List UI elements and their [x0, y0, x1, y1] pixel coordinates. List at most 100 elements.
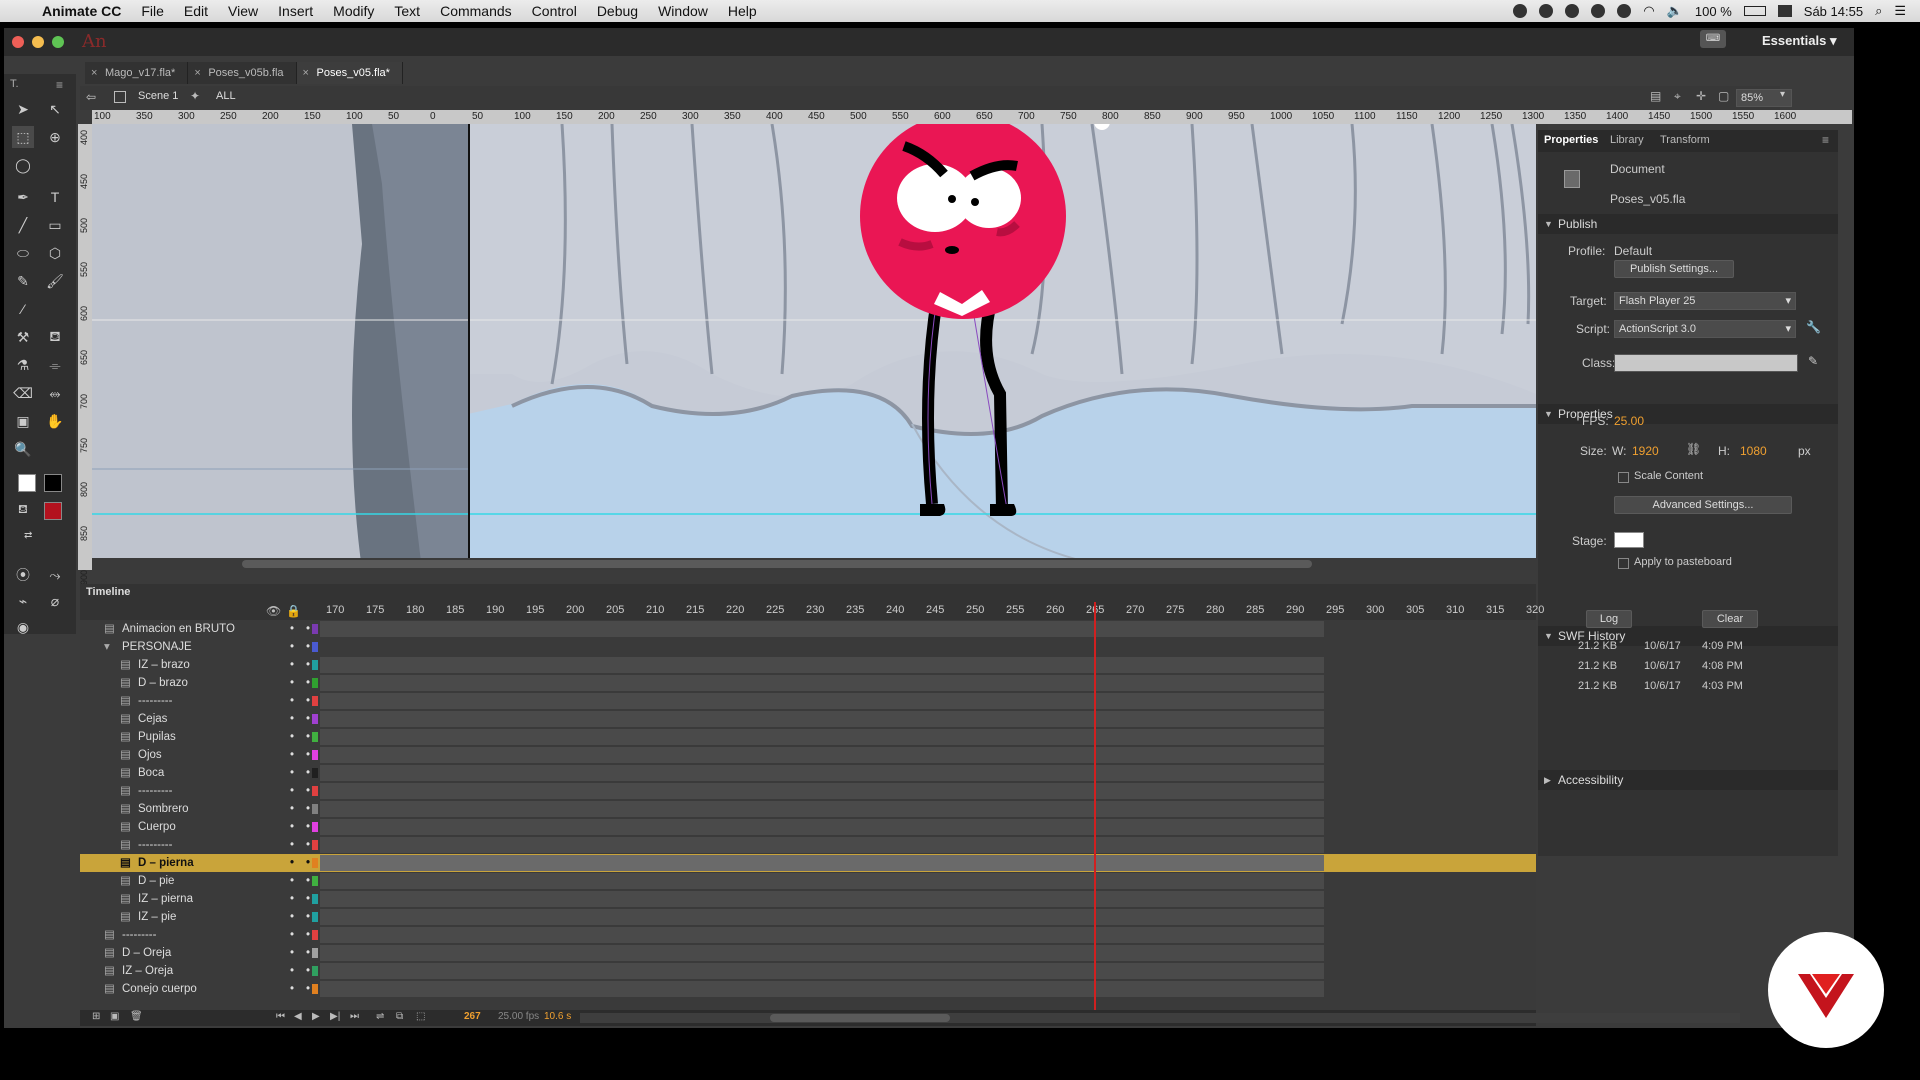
play-icon[interactable]: ▶	[312, 1011, 320, 1022]
fill-color-swatch[interactable]	[44, 502, 62, 520]
lock-toggle[interactable]: •	[306, 782, 310, 800]
layer-name[interactable]: PERSONAJE	[122, 638, 192, 656]
tab-library[interactable]: Library	[1610, 134, 1644, 146]
bone-tool-icon[interactable]: ⚒	[12, 326, 34, 348]
step-back-icon[interactable]: ◀	[294, 1011, 302, 1022]
lock-toggle[interactable]: •	[306, 890, 310, 908]
layer-frames-track[interactable]	[320, 693, 1324, 709]
width-value[interactable]: 1920	[1632, 444, 1659, 458]
timeline-layer[interactable]: ▤ Ojos • •	[80, 746, 1536, 764]
layer-frames-track[interactable]	[320, 801, 1324, 817]
visibility-toggle[interactable]: •	[290, 638, 294, 656]
record-icon[interactable]	[1513, 4, 1528, 18]
close-tab-icon[interactable]: ×	[303, 62, 309, 84]
lock-toggle[interactable]: •	[306, 638, 310, 656]
scrollbar-thumb[interactable]	[770, 1014, 950, 1022]
visibility-toggle[interactable]: •	[290, 872, 294, 890]
visibility-toggle[interactable]: •	[290, 908, 294, 926]
layer-frames-track[interactable]	[320, 747, 1324, 763]
layer-name[interactable]: D – pie	[138, 872, 174, 890]
onion-skin-icon[interactable]: ⧉	[396, 1011, 403, 1022]
visibility-toggle[interactable]: •	[290, 962, 294, 980]
layer-color-swatch[interactable]	[312, 768, 318, 778]
playhead[interactable]	[1094, 602, 1096, 1012]
symbol-name[interactable]: ALL	[216, 90, 236, 102]
layer-frames-track[interactable]	[320, 855, 1324, 871]
bluetooth-icon[interactable]	[1617, 4, 1632, 18]
flag-icon[interactable]	[1777, 5, 1792, 17]
menu-debug[interactable]: Debug	[587, 3, 648, 19]
visibility-toggle[interactable]: •	[290, 710, 294, 728]
lock-toggle[interactable]: •	[306, 656, 310, 674]
log-button[interactable]: Log	[1586, 610, 1632, 628]
visibility-toggle[interactable]: •	[290, 764, 294, 782]
fps-readout[interactable]: 25.00 fps	[498, 1011, 539, 1022]
visibility-toggle[interactable]: •	[290, 746, 294, 764]
pencil-tool-icon[interactable]: ✎	[12, 270, 34, 292]
link-dimensions-icon[interactable]: ⛓	[1686, 442, 1701, 456]
eyedropper-tool-icon[interactable]: ⌯	[44, 354, 66, 376]
layer-name[interactable]: Pupilas	[138, 728, 176, 746]
timeline-layer[interactable]: ▤ D – Oreja • •	[80, 944, 1536, 962]
layer-name[interactable]: Cuerpo	[138, 818, 176, 836]
visibility-toggle[interactable]: •	[290, 980, 294, 998]
pen-tool-icon[interactable]: ✒	[12, 186, 34, 208]
layer-name[interactable]: D – brazo	[138, 674, 188, 692]
lock-toggle[interactable]: •	[306, 764, 310, 782]
camera-icon[interactable]: ◉	[12, 616, 34, 638]
layer-name[interactable]: D – pierna	[138, 854, 194, 872]
time-readout[interactable]: 10.6 s	[544, 1011, 571, 1022]
layer-frames-track[interactable]	[320, 945, 1324, 961]
layer-frames-track[interactable]	[320, 873, 1324, 889]
menu-window[interactable]: Window	[648, 3, 718, 19]
layer-frames-track[interactable]	[320, 819, 1324, 835]
layer-color-swatch[interactable]	[312, 984, 318, 994]
free-transform-tool-icon[interactable]: ⬚	[12, 126, 34, 148]
menu-text[interactable]: Text	[384, 3, 430, 19]
folder-icon[interactable]: ▾	[104, 638, 110, 656]
visibility-toggle[interactable]: •	[290, 890, 294, 908]
lock-toggle[interactable]: •	[306, 620, 310, 638]
layer-color-swatch[interactable]	[312, 678, 318, 688]
layer-frames-track[interactable]	[320, 621, 1324, 637]
layer-frames-track[interactable]	[320, 981, 1324, 997]
layer-frames-track[interactable]	[320, 675, 1324, 691]
layer-color-swatch[interactable]	[312, 858, 318, 868]
go-to-first-frame-icon[interactable]: ⏮	[276, 1011, 285, 1022]
hand-tool-icon[interactable]: ✋	[44, 410, 66, 432]
layer-icon[interactable]: ▤	[120, 818, 131, 836]
layer-icon[interactable]: ▤	[120, 890, 131, 908]
lock-toggle[interactable]: •	[306, 908, 310, 926]
volume-icon[interactable]: 🔈	[1667, 3, 1683, 19]
layer-icon[interactable]: ▤	[104, 944, 115, 962]
layer-frames-track[interactable]	[320, 765, 1324, 781]
timeline-layer[interactable]: ▤ D – brazo • •	[80, 674, 1536, 692]
layer-name[interactable]: Boca	[138, 764, 164, 782]
visibility-toggle[interactable]: •	[290, 620, 294, 638]
layer-icon[interactable]: ▤	[104, 620, 115, 638]
tab-mago[interactable]: × Mago_v17.fla*	[85, 62, 189, 84]
edit-multiple-frames-icon[interactable]: ⬚	[416, 1011, 425, 1022]
layer-icon[interactable]: ▤	[120, 764, 131, 782]
layer-color-swatch[interactable]	[312, 948, 318, 958]
layer-icon[interactable]: ▤	[120, 746, 131, 764]
width-tool-icon[interactable]: ⥈	[44, 382, 66, 404]
lock-toggle[interactable]: •	[306, 944, 310, 962]
current-frame[interactable]: 267	[464, 1011, 481, 1022]
layer-color-swatch[interactable]	[312, 822, 318, 832]
visibility-toggle[interactable]: •	[290, 692, 294, 710]
layer-color-swatch[interactable]	[312, 714, 318, 724]
visibility-toggle[interactable]: •	[290, 782, 294, 800]
menu-control[interactable]: Control	[522, 3, 587, 19]
lock-toggle[interactable]: •	[306, 980, 310, 998]
clip-content-icon[interactable]: ▢	[1718, 89, 1729, 103]
target-select[interactable]: Flash Player 25 ▾	[1614, 292, 1796, 310]
layer-name[interactable]: Cejas	[138, 710, 167, 728]
layer-frames-track[interactable]	[320, 963, 1324, 979]
cloud-icon[interactable]	[1539, 4, 1554, 18]
brush-tool-icon[interactable]: ⁄	[12, 298, 34, 320]
menu-help[interactable]: Help	[718, 3, 767, 19]
lasso-tool-icon[interactable]: ◯	[12, 154, 34, 176]
wifi-icon[interactable]: ◠	[1643, 3, 1654, 19]
height-value[interactable]: 1080	[1740, 444, 1767, 458]
